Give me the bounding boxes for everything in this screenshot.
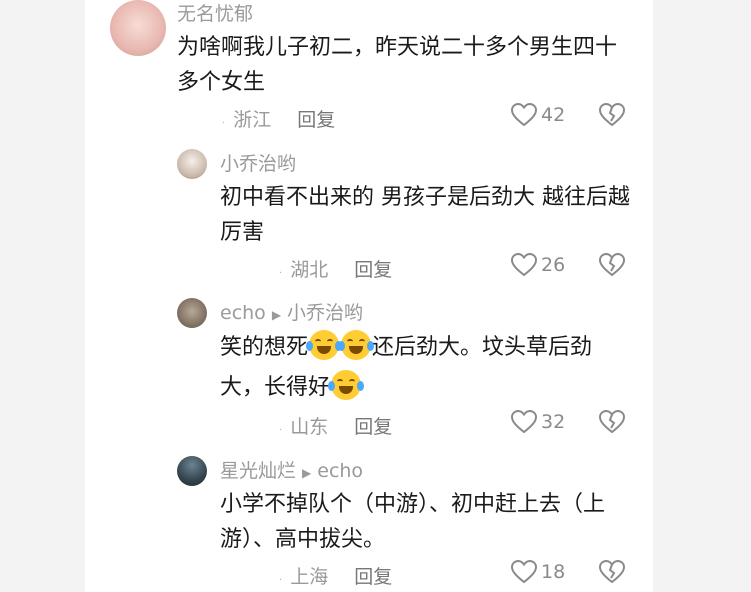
heart-outline-icon [511, 560, 537, 584]
reply-text: 小学不掉队个（中游）、初中赶上去（上游）、高中拔尖。 [220, 492, 606, 552]
reply-header: 星光灿烂 ▶ echo [220, 460, 363, 484]
separator-dot: · [279, 268, 283, 279]
reply-text: 笑的想死 还后劲大。坟头草后劲大，长得好 [220, 328, 620, 408]
reply-meta: · 湖北 回复 [279, 255, 392, 282]
reply-text-part1: 笑的想死 [220, 335, 309, 360]
like-button[interactable]: 26 [511, 253, 565, 277]
reply-username[interactable]: 星光灿烂 [220, 460, 296, 482]
like-count: 32 [541, 411, 566, 433]
avatar[interactable] [177, 298, 207, 328]
tears-of-joy-emoji [338, 330, 375, 360]
like-count: 26 [541, 254, 566, 276]
like-button[interactable]: 32 [511, 410, 565, 434]
broken-heart-icon[interactable] [599, 103, 625, 127]
tears-of-joy-emoji [306, 330, 343, 360]
reply-header: echo ▶ 小乔治哟 [220, 302, 363, 326]
broken-heart-icon[interactable] [599, 253, 625, 277]
right-triangle-icon: ▶ [271, 308, 282, 322]
reply-button[interactable]: 回复 [354, 416, 392, 438]
reply-button[interactable]: 回复 [354, 259, 392, 281]
heart-outline-icon [511, 410, 537, 434]
reply-button[interactable]: 回复 [354, 566, 392, 588]
avatar[interactable] [177, 456, 207, 486]
avatar[interactable] [177, 149, 207, 179]
separator-dot: · [279, 575, 283, 586]
right-triangle-icon: ▶ [302, 466, 312, 480]
comment-location: 浙江 [233, 109, 272, 131]
like-button[interactable]: 18 [511, 560, 565, 584]
reply-meta: · 上海 回复 [279, 562, 392, 589]
like-count: 42 [541, 104, 566, 126]
reply-meta: · 山东 回复 [279, 412, 392, 439]
heart-outline-icon [511, 103, 537, 127]
comment-username[interactable]: 无名忧郁 [177, 3, 253, 25]
reply-username[interactable]: echo [220, 302, 266, 324]
heart-outline-icon [511, 253, 537, 277]
reply-text: 初中看不出来的 男孩子是后劲大 越往后越厉害 [220, 185, 630, 245]
like-count: 18 [541, 561, 566, 583]
avatar[interactable] [110, 0, 166, 56]
reply-to-username[interactable]: echo [317, 460, 363, 482]
like-button[interactable]: 42 [511, 103, 565, 127]
reply-username[interactable]: 小乔治哟 [220, 153, 296, 175]
reply-to-username[interactable]: 小乔治哟 [287, 302, 363, 324]
comment-meta: · 浙江 回复 [222, 105, 335, 132]
broken-heart-icon[interactable] [599, 560, 625, 584]
tears-of-joy-emoji [328, 370, 365, 400]
reply-button[interactable]: 回复 [297, 109, 335, 131]
reply-location: 湖北 [290, 259, 329, 281]
separator-dot: · [222, 118, 226, 129]
broken-heart-icon[interactable] [599, 410, 625, 434]
reply-location: 山东 [290, 416, 329, 438]
separator-dot: · [279, 425, 283, 436]
comment-text: 为啥啊我儿子初二，昨天说二十多个男生四十多个女生 [177, 35, 618, 95]
reply-location: 上海 [290, 566, 329, 588]
